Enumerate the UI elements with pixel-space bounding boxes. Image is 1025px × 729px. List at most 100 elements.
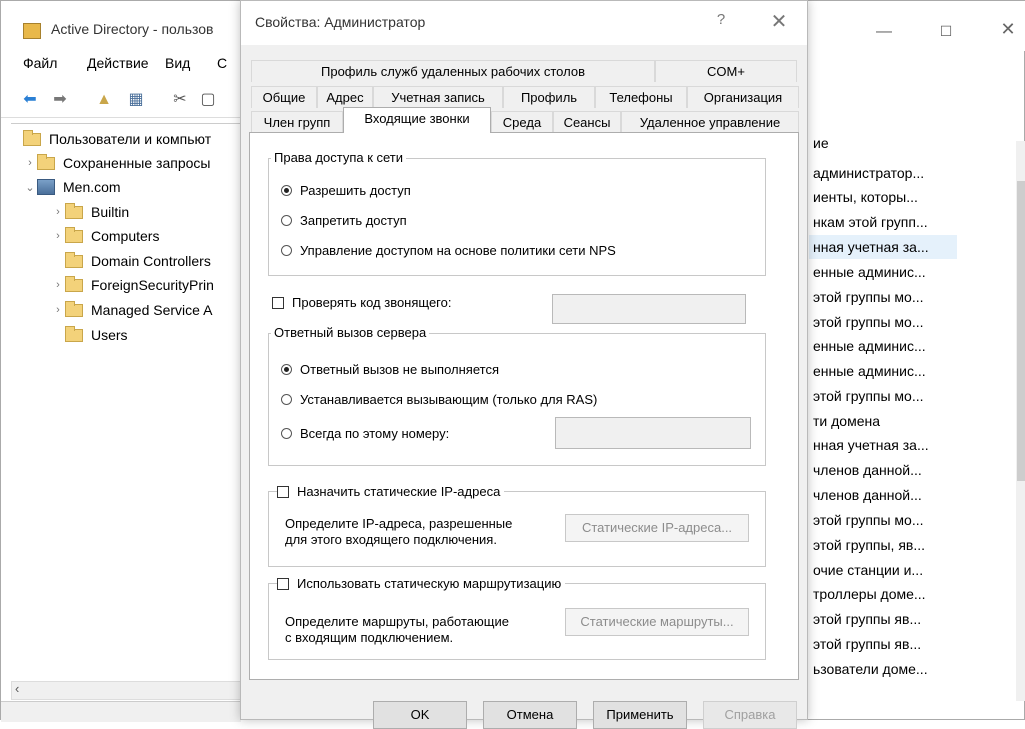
tab-com[interactable]: COM+	[655, 60, 797, 82]
tab-account[interactable]: Учетная запись	[373, 86, 503, 108]
list-item[interactable]: членов данной...	[809, 483, 961, 507]
callback-group: Ответный вызов сервера Ответный вызов не…	[268, 325, 766, 466]
forward-arrow-icon[interactable]: ➡	[49, 89, 71, 111]
static-ip-checkbox[interactable]: Назначить статические IP-адреса	[277, 484, 505, 499]
menu-view[interactable]: Вид	[165, 55, 190, 71]
tree-foreign-security[interactable]: › ForeignSecurityPrin	[51, 274, 214, 296]
list-item[interactable]: троллеры доме...	[809, 582, 961, 606]
list-item[interactable]: этой группы мо...	[809, 508, 961, 532]
list-item[interactable]: этой группы мо...	[809, 384, 961, 408]
status-bar	[1, 701, 241, 722]
dial-in-panel: Права доступа к сети Разрешить доступ За…	[249, 132, 799, 680]
list-item[interactable]: очие станции и...	[809, 558, 961, 582]
chevron-right-icon[interactable]: ›	[51, 206, 65, 218]
list-item[interactable]: этой группы яв...	[809, 607, 961, 631]
tree-root[interactable]: Пользователи и компьют	[23, 128, 211, 150]
close-window-button[interactable]: ✕	[993, 19, 1023, 43]
static-routes-group: Использовать статическую маршрутизацию О…	[268, 576, 766, 660]
caller-set-radio[interactable]: Устанавливается вызывающим (только для R…	[281, 392, 597, 407]
tab-profile[interactable]: Профиль	[503, 86, 595, 108]
scrollbar-thumb[interactable]	[1017, 181, 1025, 481]
tree-computers[interactable]: › Computers	[51, 225, 159, 247]
nps-policy-radio[interactable]: Управление доступом на основе политики с…	[281, 243, 616, 258]
tree-saved-queries[interactable]: › Сохраненные запросы	[23, 152, 210, 174]
tree-users[interactable]: Users	[51, 324, 128, 346]
tab-organization[interactable]: Организация	[687, 86, 799, 108]
minimize-button[interactable]: —	[869, 23, 899, 43]
static-ip-button[interactable]: Статические IP-адреса...	[565, 514, 749, 542]
static-routes-button[interactable]: Статические маршруты...	[565, 608, 749, 636]
menu-file[interactable]: Файл	[23, 55, 57, 71]
folder-icon	[65, 300, 83, 317]
deny-access-radio[interactable]: Запретить доступ	[281, 213, 407, 228]
back-arrow-icon[interactable]: ⬅	[19, 89, 41, 111]
copy-icon[interactable]: ▢	[197, 89, 219, 111]
list-item[interactable]: нная учетная за...	[809, 433, 961, 457]
chevron-right-icon[interactable]: ›	[51, 279, 65, 291]
ok-button[interactable]: OK	[373, 701, 467, 729]
tab-member-of[interactable]: Член групп	[251, 111, 343, 133]
no-callback-radio[interactable]: Ответный вызов не выполняется	[281, 362, 499, 377]
static-routes-checkbox[interactable]: Использовать статическую маршрутизацию	[277, 576, 566, 591]
list-item[interactable]: иенты, которы...	[809, 185, 961, 209]
tree-domain[interactable]: ⌄ Men.com	[23, 176, 121, 198]
allow-access-radio[interactable]: Разрешить доступ	[281, 183, 411, 198]
callback-number-field[interactable]	[555, 417, 751, 449]
list-item[interactable]: нкам этой групп...	[809, 210, 961, 234]
caller-id-field[interactable]	[552, 294, 746, 324]
help-icon[interactable]: ?	[711, 11, 731, 28]
chevron-right-icon[interactable]: ›	[51, 230, 65, 242]
tab-address[interactable]: Адрес	[317, 86, 373, 108]
list-item[interactable]: ти домена	[809, 409, 961, 433]
chevron-right-icon[interactable]: ›	[23, 157, 37, 169]
folder-icon	[65, 325, 83, 342]
show-tree-icon[interactable]: ▦	[125, 89, 147, 111]
folder-icon	[65, 202, 83, 219]
close-icon[interactable]: ✕	[767, 9, 791, 34]
tab-rds-profile[interactable]: Профиль служб удаленных рабочих столов	[251, 60, 655, 82]
domain-icon	[37, 179, 55, 195]
tab-remote-control[interactable]: Удаленное управление	[621, 111, 799, 133]
menu-more[interactable]: С	[217, 55, 227, 71]
list-item-selected[interactable]: нная учетная за...	[809, 235, 957, 259]
radio-icon	[281, 394, 292, 405]
list-item[interactable]: этой группы яв...	[809, 632, 961, 656]
list-item[interactable]: членов данной...	[809, 458, 961, 482]
list-item[interactable]: этой группы мо...	[809, 310, 961, 334]
cut-icon[interactable]: ✂	[169, 89, 191, 111]
chevron-down-icon[interactable]: ⌄	[23, 181, 37, 194]
list-item[interactable]: этой группы, яв...	[809, 533, 961, 557]
list-item[interactable]: енные админис...	[809, 359, 961, 383]
tab-general[interactable]: Общие	[251, 86, 317, 108]
maximize-button[interactable]: ☐	[931, 23, 961, 43]
verify-caller-id-checkbox[interactable]: Проверять код звонящего:	[272, 295, 451, 310]
ou-icon	[65, 251, 83, 268]
help-button[interactable]: Справка	[703, 701, 797, 729]
checkbox-icon	[277, 577, 289, 590]
tree-domain-controllers[interactable]: Domain Controllers	[51, 250, 211, 272]
tab-sessions[interactable]: Сеансы	[553, 111, 621, 133]
tab-dial-in[interactable]: Входящие звонки	[343, 107, 491, 133]
radio-selected-icon	[281, 364, 292, 375]
apply-button[interactable]: Применить	[593, 701, 687, 729]
always-callback-radio[interactable]: Всегда по этому номеру:	[281, 426, 449, 441]
tree-builtin[interactable]: › Builtin	[51, 201, 129, 223]
list-item[interactable]: администратор...	[809, 161, 961, 185]
chevron-right-icon[interactable]: ›	[51, 304, 65, 316]
scroll-left-icon[interactable]: ‹	[15, 681, 19, 696]
list-item[interactable]: енные админис...	[809, 260, 961, 284]
tab-telephones[interactable]: Телефоны	[595, 86, 687, 108]
radio-icon	[281, 428, 292, 439]
properties-dialog: Свойства: Администратор ? ✕ Профиль служ…	[240, 0, 808, 729]
tree-managed-service[interactable]: › Managed Service A	[51, 299, 212, 321]
list-column-header[interactable]: ие	[813, 135, 829, 151]
folder-icon	[23, 129, 41, 146]
menu-action[interactable]: Действие	[87, 55, 149, 71]
up-folder-icon[interactable]: ▲	[93, 89, 115, 111]
tree-horizontal-scrollbar[interactable]	[11, 681, 243, 700]
list-item[interactable]: этой группы мо...	[809, 285, 961, 309]
tab-environment[interactable]: Среда	[491, 111, 553, 133]
list-item[interactable]: ьзователи доме...	[809, 657, 961, 681]
cancel-button[interactable]: Отмена	[483, 701, 577, 729]
list-item[interactable]: енные админис...	[809, 334, 961, 358]
